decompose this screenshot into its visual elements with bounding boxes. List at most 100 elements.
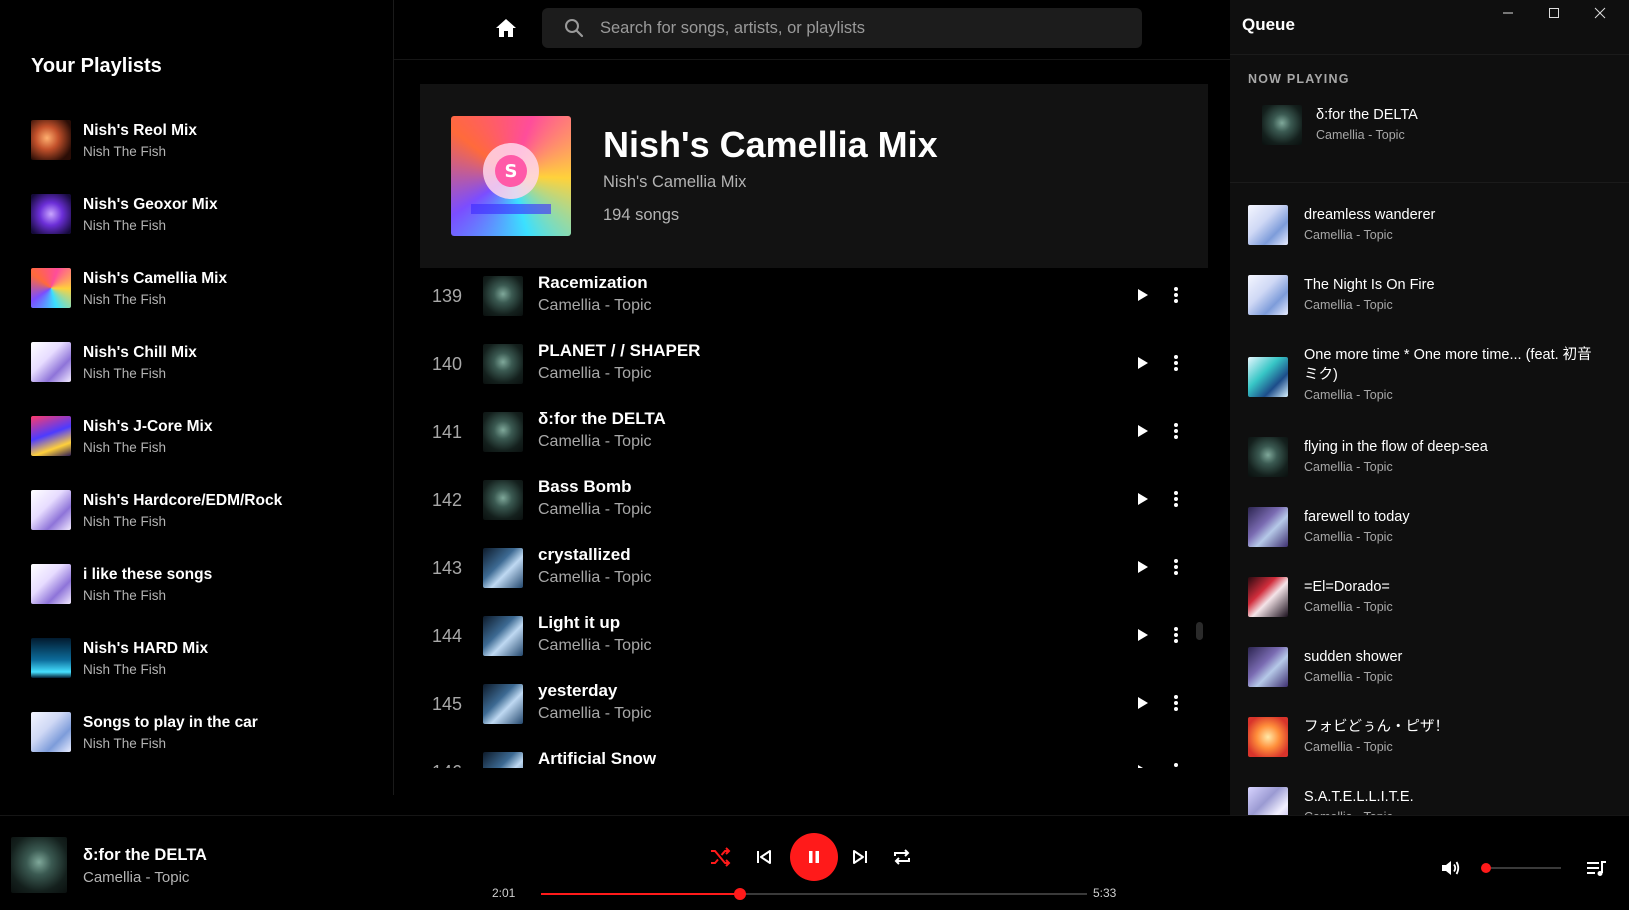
- track-row[interactable]: 144 Light it up Camellia - Topic: [420, 608, 1208, 676]
- track-play-button[interactable]: [1132, 353, 1152, 373]
- progress-bar[interactable]: [541, 888, 1087, 900]
- queue-item[interactable]: sudden shower Camellia - Topic: [1248, 647, 1618, 691]
- queue-item-thumbnail: [1248, 507, 1288, 547]
- track-list: 139 Racemization Camellia - Topic 140 PLANET…: [420, 268, 1208, 768]
- track-play-button[interactable]: [1132, 285, 1152, 305]
- track-title: yesterday: [538, 681, 618, 700]
- queue-divider: [1230, 54, 1629, 55]
- track-more-button[interactable]: [1166, 421, 1186, 441]
- track-row[interactable]: 143 crystallized Camellia - Topic: [420, 540, 1208, 608]
- queue-item[interactable]: One more time * One more time... (feat. …: [1248, 345, 1618, 402]
- shuffle-button[interactable]: [708, 845, 732, 869]
- track-more-button[interactable]: [1166, 761, 1186, 768]
- track-more-button[interactable]: [1166, 285, 1186, 305]
- player-thumbnail[interactable]: [11, 837, 67, 893]
- queue-item[interactable]: The Night Is On Fire Camellia - Topic: [1248, 275, 1618, 319]
- track-row[interactable]: 146Artificial SnowCamellia - Topic: [420, 744, 1208, 768]
- now-playing-artist: Camellia - Topic: [1316, 128, 1405, 142]
- queue-item[interactable]: =El=Dorado= Camellia - Topic: [1248, 577, 1618, 621]
- queue-item[interactable]: フォビどぅん・ピザ！ Camellia - Topic: [1248, 717, 1618, 761]
- track-artist: Camellia - Topic: [538, 501, 652, 518]
- track-more-button[interactable]: [1166, 557, 1186, 577]
- more-vertical-icon: [1174, 763, 1178, 767]
- playlist-item-text: Nish's J-Core Mix Nish The Fish: [83, 418, 212, 455]
- now-playing-item[interactable]: δ:for the DELTA Camellia - Topic: [1262, 105, 1602, 147]
- track-more-button[interactable]: [1166, 625, 1186, 645]
- track-thumbnail: [483, 412, 523, 452]
- track-title: Racemization: [538, 273, 648, 292]
- track-thumbnail: [483, 276, 523, 316]
- queue-item-title: flying in the flow of deep-sea: [1304, 439, 1488, 455]
- queue-item[interactable]: flying in the flow of deep-sea Camellia -…: [1248, 437, 1618, 481]
- previous-button[interactable]: [752, 845, 776, 869]
- close-button[interactable]: [1577, 0, 1623, 26]
- playlist-thumbnail: [31, 638, 71, 678]
- queue-toggle-button[interactable]: [1584, 856, 1608, 880]
- track-play-button[interactable]: [1132, 489, 1152, 509]
- playlist-song-count: 194 songs: [603, 206, 680, 224]
- volume-button[interactable]: [1438, 856, 1462, 880]
- track-play-button[interactable]: [1132, 557, 1152, 577]
- maximize-button[interactable]: [1531, 0, 1577, 26]
- playlist-item-text: i like these songs Nish The Fish: [83, 566, 212, 603]
- more-vertical-icon: [1174, 287, 1178, 303]
- track-thumbnail: [483, 752, 523, 768]
- playlist-item-text: Nish's HARD Mix Nish The Fish: [83, 640, 208, 677]
- track-row[interactable]: 140 PLANET / / SHAPER Camellia - Topic: [420, 336, 1208, 404]
- volume-handle[interactable]: [1481, 863, 1491, 873]
- track-artist: Camellia - Topic: [538, 705, 652, 722]
- repeat-button[interactable]: [890, 845, 914, 869]
- playlist-cover-art: S: [451, 116, 571, 236]
- minimize-button[interactable]: [1485, 0, 1531, 26]
- search-bar[interactable]: [542, 8, 1142, 48]
- sidebar-playlist-item[interactable]: Nish's Chill Mix Nish The Fish: [31, 341, 371, 383]
- home-button[interactable]: [494, 16, 518, 40]
- queue-item-thumbnail: [1248, 205, 1288, 245]
- playlist-item-text: Songs to play in the car Nish The Fish: [83, 714, 258, 751]
- more-vertical-icon: [1174, 695, 1178, 711]
- more-vertical-icon: [1174, 423, 1178, 439]
- pause-button[interactable]: [790, 833, 838, 881]
- tracklist-scrollbar[interactable]: [1196, 622, 1203, 640]
- track-more-button[interactable]: [1166, 693, 1186, 713]
- playlist-item-owner: Nish The Fish: [83, 587, 167, 603]
- sidebar-playlist-item[interactable]: Nish's Reol Mix Nish The Fish: [31, 119, 371, 161]
- playlist-thumbnail: [31, 268, 71, 308]
- track-title: Artificial Snow: [538, 749, 657, 768]
- next-button[interactable]: [848, 845, 872, 869]
- queue-item[interactable]: S.A.T.E.L.L.I.T.E.Camellia - Topic: [1248, 787, 1618, 815]
- progress-handle[interactable]: [733, 888, 746, 900]
- sidebar-playlist-item[interactable]: Nish's Hardcore/EDM/Rock Nish The Fish: [31, 489, 371, 531]
- track-play-button[interactable]: [1132, 625, 1152, 645]
- search-input[interactable]: [600, 18, 1120, 38]
- track-more-button[interactable]: [1166, 489, 1186, 509]
- track-play-button[interactable]: [1132, 761, 1152, 768]
- track-more-button[interactable]: [1166, 353, 1186, 373]
- queue-item[interactable]: farewell to today Camellia - Topic: [1248, 507, 1618, 551]
- track-row[interactable]: 139 Racemization Camellia - Topic: [420, 268, 1208, 336]
- track-row[interactable]: 141 δ:for the DELTA Camellia - Topic: [420, 404, 1208, 472]
- queue-item-artist: Camellia - Topic: [1304, 460, 1393, 474]
- queue-item-artist: Camellia - Topic: [1304, 388, 1393, 402]
- sidebar-playlist-item[interactable]: Nish's J-Core Mix Nish The Fish: [31, 415, 371, 457]
- close-icon: [1594, 7, 1606, 19]
- playlist-item-text: Nish's Hardcore/EDM/Rock Nish The Fish: [83, 492, 282, 529]
- queue-item[interactable]: dreamless wanderer Camellia - Topic: [1248, 205, 1618, 249]
- play-icon: [1138, 289, 1148, 301]
- player-track-artist[interactable]: Camellia - Topic: [83, 869, 189, 886]
- track-row[interactable]: 145 yesterday Camellia - Topic: [420, 676, 1208, 744]
- queue-item-thumbnail: [1248, 357, 1288, 397]
- sidebar-playlist-item[interactable]: Nish's HARD Mix Nish The Fish: [31, 637, 371, 679]
- sidebar-playlist-item[interactable]: Nish's Camellia Mix Nish The Fish: [31, 267, 371, 309]
- player-track-title[interactable]: δ:for the DELTA: [83, 846, 207, 865]
- playlist-item-text: Nish's Geoxor Mix Nish The Fish: [83, 196, 218, 233]
- sidebar-playlist-item[interactable]: Songs to play in the car Nish The Fish: [31, 711, 371, 753]
- volume-slider[interactable]: [1481, 863, 1561, 873]
- track-play-button[interactable]: [1132, 421, 1152, 441]
- sidebar-playlist-item[interactable]: Nish's Geoxor Mix Nish The Fish: [31, 193, 371, 235]
- track-play-button[interactable]: [1132, 693, 1152, 713]
- sidebar-playlist-item[interactable]: i like these songs Nish The Fish: [31, 563, 371, 605]
- minimize-icon: [1503, 12, 1513, 14]
- track-row[interactable]: 142 Bass Bomb Camellia - Topic: [420, 472, 1208, 540]
- repeat-icon: [894, 849, 910, 865]
